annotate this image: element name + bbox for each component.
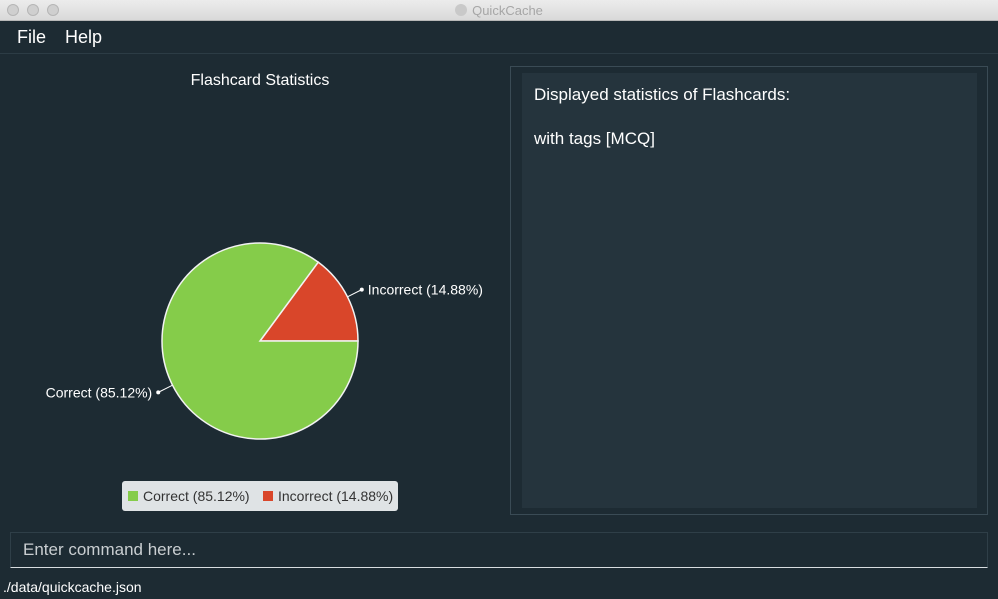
command-input[interactable] — [11, 533, 987, 567]
pie-label-dot-incorrect — [359, 287, 364, 292]
chart-title: Flashcard Statistics — [190, 72, 330, 89]
legend-label-incorrect: Incorrect (14.88%) — [278, 488, 394, 504]
menu-help[interactable]: Help — [65, 27, 102, 48]
result-display-text-area[interactable]: Displayed statistics of Flashcards: with… — [522, 73, 977, 508]
menu-file[interactable]: File — [17, 27, 46, 48]
result-display-panel[interactable]: Displayed statistics of Flashcards: with… — [510, 66, 988, 515]
app-icon — [455, 4, 468, 16]
result-line-tags: with tags [MCQ] — [534, 129, 655, 148]
command-box — [10, 532, 988, 568]
save-location-status: ./data/quickcache.json — [3, 579, 142, 595]
menu-bar: File Help — [0, 21, 998, 54]
legend-swatch-incorrect — [263, 491, 273, 501]
title-bar: QuickCache — [0, 0, 998, 21]
chart-legend: Correct (85.12%) Incorrect (14.88%) — [122, 481, 398, 511]
legend-item-incorrect: Incorrect (14.88%) — [263, 488, 393, 504]
pie-label-line-incorrect — [347, 289, 362, 298]
pie-label-dot-correct — [156, 390, 161, 395]
status-bar: ./data/quickcache.json — [0, 575, 998, 599]
result-line-heading: Displayed statistics of Flashcards: — [534, 85, 791, 104]
pie-label-line-correct — [158, 384, 173, 393]
statistics-chart-panel: Flashcard Statistics Incorrect (14.88%) C… — [0, 55, 510, 523]
legend-item-correct: Correct (85.12%) — [128, 488, 250, 504]
legend-label-correct: Correct (85.12%) — [143, 488, 250, 504]
window-title: QuickCache — [0, 3, 998, 18]
pie-label-correct: Correct (85.12%) — [46, 384, 153, 400]
pie-chart: Incorrect (14.88%) Correct (85.12%) — [46, 242, 483, 440]
legend-swatch-correct — [128, 491, 138, 501]
window-title-text: QuickCache — [472, 3, 543, 18]
pie-label-incorrect: Incorrect (14.88%) — [368, 282, 483, 298]
